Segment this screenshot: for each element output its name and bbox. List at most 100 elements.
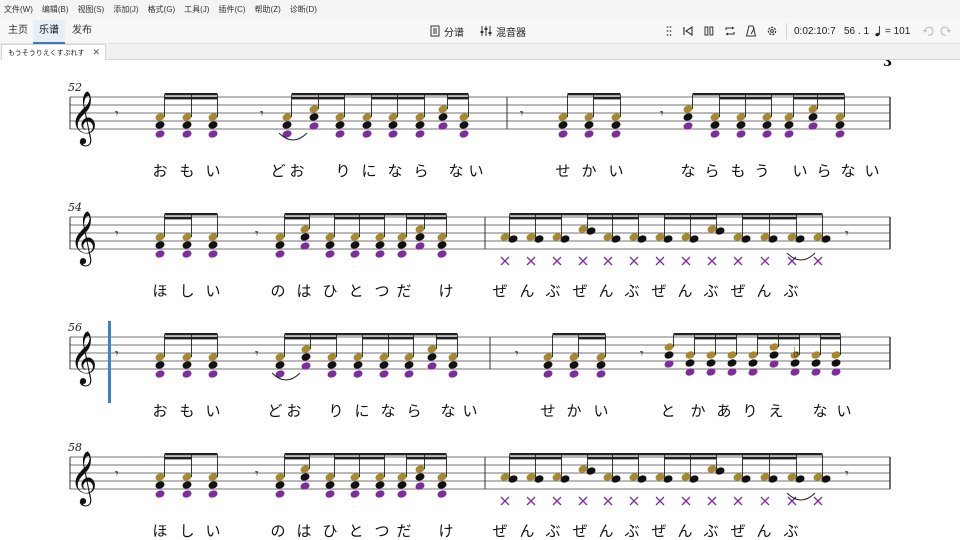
- lyric-syllable: ぜ: [651, 522, 666, 540]
- notehead-black: [769, 351, 779, 359]
- lyric-syllable: け: [438, 522, 453, 540]
- lyric-syllable: ぶ: [783, 522, 798, 540]
- notehead-black: [584, 121, 594, 129]
- notehead-black: [335, 121, 345, 129]
- beam: [284, 333, 311, 336]
- beam: [535, 457, 562, 460]
- menu-tools[interactable]: 工具(J): [184, 4, 209, 15]
- lyric-syllable: い: [608, 162, 623, 180]
- menu-view[interactable]: 视图(S): [78, 4, 105, 15]
- beam: [799, 333, 821, 336]
- loop-icon[interactable]: [724, 18, 736, 44]
- notehead-black: [325, 481, 335, 489]
- rewind-icon[interactable]: [682, 18, 694, 44]
- notehead-black: [808, 113, 818, 121]
- notehead-olive: [300, 465, 310, 473]
- beam: [334, 217, 360, 220]
- notehead-olive: [275, 233, 285, 241]
- beam: [362, 333, 389, 336]
- notehead-olive: [596, 353, 606, 361]
- lyric-syllable: い: [205, 402, 220, 420]
- notehead-olive: [415, 225, 425, 233]
- notehead-purple: [182, 370, 192, 378]
- menu-plugins[interactable]: 插件(C): [218, 4, 245, 15]
- notehead-purple: [808, 122, 818, 130]
- notehead-black: [350, 481, 360, 489]
- beam: [692, 93, 720, 96]
- notehead-black: [569, 361, 579, 369]
- page-number: 3: [883, 60, 892, 70]
- menu-add[interactable]: 添加(J): [113, 4, 138, 15]
- lyric-syllable: な: [840, 162, 855, 180]
- beam: [164, 97, 192, 100]
- notehead-purple: [569, 370, 579, 378]
- notehead-purple: [790, 368, 800, 376]
- notehead-olive: [415, 113, 425, 121]
- redo-icon[interactable]: [940, 18, 952, 44]
- notehead-olive: [182, 353, 192, 361]
- notehead-olive: [350, 473, 360, 481]
- menu-file[interactable]: 文件(W): [4, 4, 33, 15]
- lyric-syllable: ぶ: [545, 522, 560, 540]
- beam: [406, 217, 425, 220]
- notehead-purple: [584, 130, 594, 138]
- notehead-purple: [438, 122, 448, 130]
- beam: [164, 457, 192, 460]
- notehead-black: [736, 121, 746, 129]
- notehead-purple: [208, 130, 218, 138]
- beam: [191, 213, 218, 216]
- menu-edit[interactable]: 编辑(B): [42, 4, 69, 15]
- mixer-button[interactable]: 混音器: [480, 18, 526, 44]
- beam: [371, 97, 398, 100]
- notehead-purple: [710, 130, 720, 138]
- beam: [690, 217, 717, 220]
- lyric-syllable: い: [205, 282, 220, 300]
- lyric-syllable: ひ: [322, 282, 337, 300]
- menu-format[interactable]: 格式(G): [148, 4, 176, 15]
- beam: [424, 213, 447, 216]
- tab-home[interactable]: 主页: [2, 20, 34, 44]
- play-pause-icon[interactable]: [703, 18, 715, 44]
- notehead-olive: [282, 113, 292, 121]
- notehead-black: [835, 121, 845, 129]
- menu-diagnostics[interactable]: 诊断(D): [290, 4, 317, 15]
- metronome-icon[interactable]: [745, 18, 757, 44]
- tab-score[interactable]: 乐谱: [33, 20, 65, 44]
- notehead-purple: [762, 130, 772, 138]
- beam: [769, 453, 797, 456]
- lyric-syllable: せ: [540, 402, 555, 420]
- lyric-syllable: な: [812, 402, 827, 420]
- beam: [384, 213, 407, 216]
- drag-handle-icon[interactable]: [666, 18, 672, 44]
- lyric-syllable: ひ: [322, 522, 337, 540]
- close-icon[interactable]: ✕: [92, 47, 100, 58]
- lyric-syllable: い: [462, 402, 477, 420]
- notehead-black: [784, 121, 794, 129]
- parts-button[interactable]: 分谱: [430, 18, 464, 44]
- menu-help[interactable]: 帮助(Z): [255, 4, 281, 15]
- undo-icon[interactable]: [922, 18, 934, 44]
- notehead-black: [762, 121, 772, 129]
- score-canvas[interactable]: 352𝄾 𝄾 𝄾 𝄾おもいどおりにならないせかいならもういらない𝄞54𝄾 𝄾 𝄾ほしいのは…: [0, 60, 960, 540]
- lyric-syllable: ら: [406, 402, 421, 420]
- beam: [509, 217, 536, 220]
- notehead-purple: [301, 362, 311, 370]
- beam: [309, 213, 335, 216]
- lyric-syllable: も: [179, 162, 194, 180]
- notehead-black: [459, 121, 469, 129]
- notehead-black: [327, 361, 337, 369]
- notehead-purple: [415, 130, 425, 138]
- notehead-black: [748, 359, 758, 367]
- beam: [164, 337, 192, 340]
- main-toolbar: 主页 乐谱 发布 分谱 混音器 0:02:10:7 56 . 1 = 101: [0, 18, 960, 44]
- notehead-purple: [182, 250, 192, 258]
- playback-settings-icon[interactable]: [766, 18, 778, 44]
- notehead-purple: [448, 370, 458, 378]
- eighth-rest: 𝄾: [640, 346, 644, 362]
- notehead-purple: [182, 130, 192, 138]
- lyric-syllable: ん: [598, 282, 613, 300]
- document-tab[interactable]: もうそうりえくすぷれす ✕: [1, 44, 106, 60]
- notehead-olive: [155, 353, 165, 361]
- notehead-black: [155, 481, 165, 489]
- tab-publish[interactable]: 发布: [66, 20, 98, 44]
